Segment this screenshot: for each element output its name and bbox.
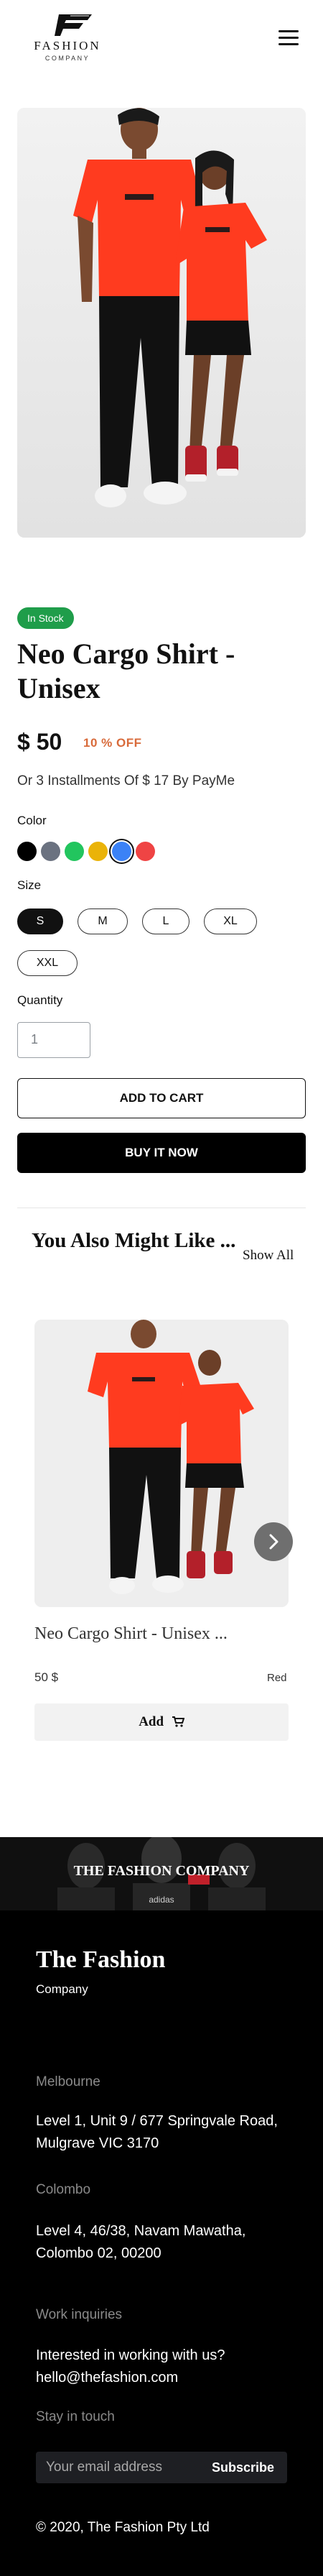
product-image (17, 108, 306, 538)
installments-text: Or 3 Installments Of $ 17 By PayMe (17, 773, 235, 788)
add-label: Add (139, 1714, 164, 1729)
related-product-name[interactable]: Neo Cargo Shirt - Unisex ... (34, 1624, 228, 1644)
work-email-link[interactable]: hello@thefashion.com (36, 2367, 294, 2389)
color-swatch[interactable] (88, 842, 108, 861)
site-footer: THE FASHION COMPANY adidas The Fashion C… (0, 1837, 323, 2576)
size-option-xxl[interactable]: XXL (17, 950, 78, 976)
email-input[interactable]: Your email address (46, 2452, 162, 2483)
product-price: $ 50 (17, 729, 62, 755)
color-swatch[interactable] (41, 842, 60, 861)
related-product-image[interactable] (34, 1320, 289, 1607)
related-add-button[interactable]: Add (34, 1703, 289, 1741)
site-logo[interactable]: FASHION COMPANY (17, 12, 118, 62)
melbourne-address: Level 1, Unit 9 / 677 Springvale Road, M… (36, 2113, 278, 2151)
carousel-next-button[interactable] (254, 1522, 293, 1561)
chevron-right-icon (269, 1534, 278, 1550)
work-text: Interested in working with us? (36, 2347, 225, 2363)
work-heading: Work inquiries (36, 2307, 123, 2322)
site-header: FASHION COMPANY (0, 0, 323, 86)
size-option-s[interactable]: S (17, 908, 63, 934)
colombo-address: Level 4, 46/38, Navam Mawatha, Colombo 0… (36, 2223, 246, 2261)
size-label: Size (17, 878, 42, 892)
buy-now-button[interactable]: BUY IT NOW (17, 1133, 306, 1173)
logo-mark-icon (55, 14, 92, 36)
add-to-cart-button[interactable]: ADD TO CART (17, 1078, 306, 1118)
show-all-link[interactable]: Show All (243, 1248, 294, 1264)
quantity-input[interactable]: 1 (17, 1022, 90, 1058)
footer-banner-title: THE FASHION COMPANY (73, 1863, 250, 1879)
color-swatch[interactable] (136, 842, 155, 861)
melbourne-heading: Melbourne (36, 2074, 100, 2089)
color-swatch[interactable] (17, 842, 37, 861)
size-option-xl[interactable]: XL (204, 908, 257, 934)
cart-icon (172, 1716, 185, 1727)
hamburger-menu-icon[interactable] (276, 27, 301, 49)
colombo-heading: Colombo (36, 2182, 91, 2197)
footer-banner: THE FASHION COMPANY adidas (0, 1837, 323, 1910)
subscribe-button[interactable]: Subscribe (212, 2452, 274, 2483)
product-photo-illustration (17, 108, 306, 538)
subscribe-form: Your email address Subscribe (36, 2452, 287, 2483)
quantity-label: Quantity (17, 993, 63, 1007)
logo-text: FASHION (34, 39, 101, 52)
copyright-text: © 2020, The Fashion Pty Ltd (36, 2520, 210, 2535)
related-product-color: Red (267, 1672, 287, 1684)
stock-badge: In Stock (17, 607, 74, 629)
discount-badge: 10 % OFF (83, 736, 142, 750)
size-option-l[interactable]: L (142, 908, 189, 934)
related-title: You Also Might Like ... (32, 1229, 236, 1252)
stay-in-touch-heading: Stay in touch (36, 2409, 115, 2424)
related-product-card[interactable] (34, 1320, 289, 1744)
related-product-price: 50 $ (34, 1670, 59, 1684)
size-option-m[interactable]: M (78, 908, 128, 934)
logo-subtext: COMPANY (45, 55, 90, 62)
footer-brand: The Fashion (36, 1946, 166, 1973)
color-swatch[interactable] (112, 842, 131, 861)
color-label: Color (17, 814, 47, 827)
product-title: Neo Cargo Shirt - Unisex (17, 638, 235, 704)
color-swatch[interactable] (65, 842, 84, 861)
related-photo-illustration (34, 1320, 289, 1607)
footer-company: Company (36, 1982, 88, 1996)
footer-banner-small: adidas (149, 1895, 174, 1905)
